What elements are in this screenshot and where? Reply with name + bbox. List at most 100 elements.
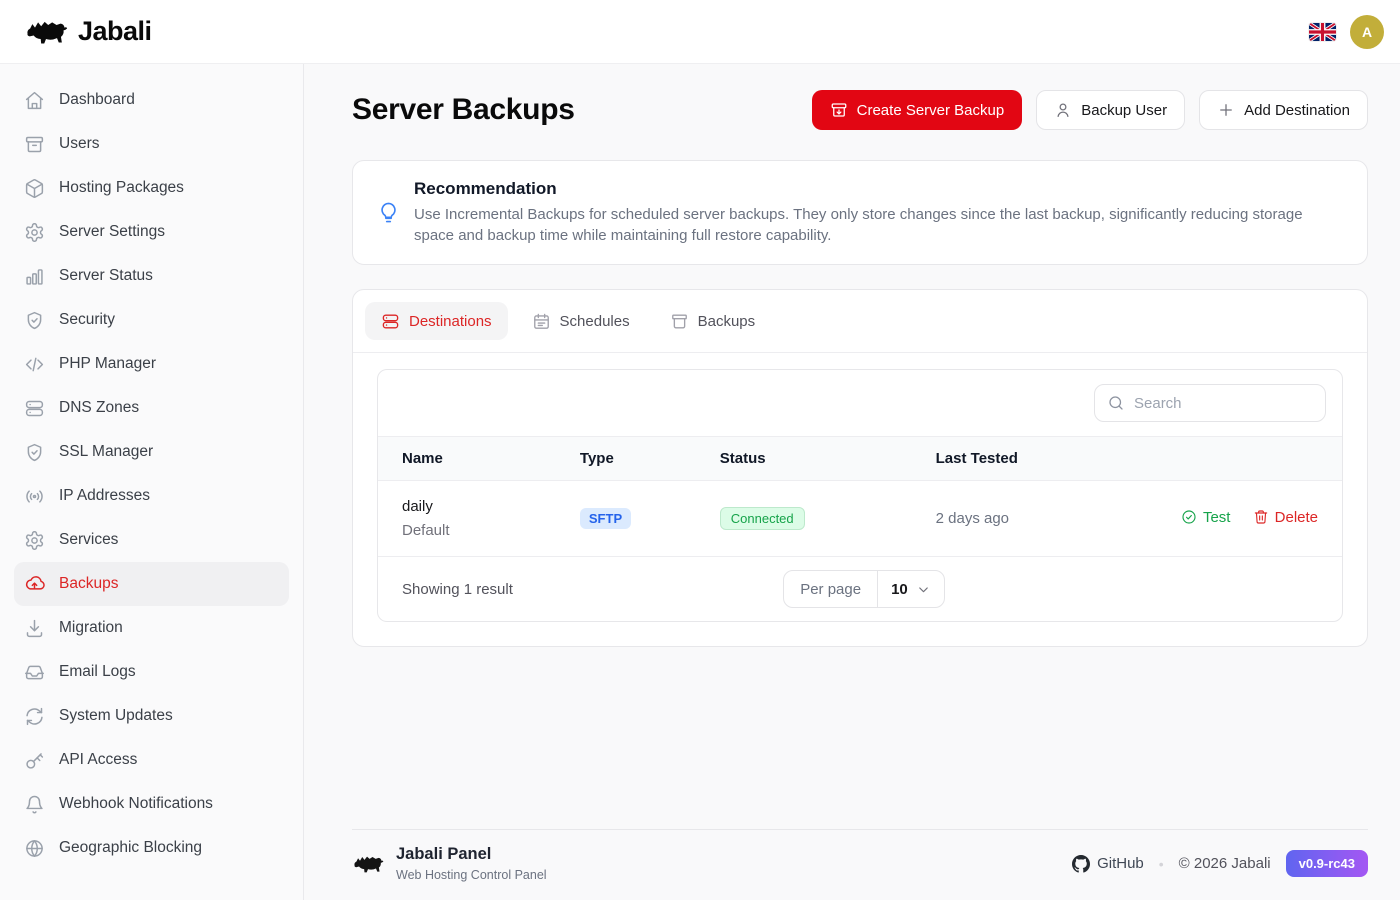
github-icon — [1072, 855, 1090, 873]
type-badge: SFTP — [580, 508, 631, 529]
per-page-select[interactable]: Per page 10 — [783, 570, 945, 608]
sidebar-item-hosting-packages[interactable]: Hosting Packages — [14, 166, 289, 210]
gear-icon — [24, 530, 45, 551]
create-server-backup-label: Create Server Backup — [857, 102, 1005, 119]
search-input[interactable] — [1134, 395, 1313, 412]
sidebar-item-backups[interactable]: Backups — [14, 562, 289, 606]
inbox-icon — [24, 662, 45, 683]
main-content: Server Backups Create Server Backup Back… — [304, 64, 1400, 900]
status-badge: Connected — [720, 507, 805, 530]
globe-icon — [24, 838, 45, 859]
brand-logo[interactable]: Jabali — [24, 16, 152, 48]
sidebar-item-label: API Access — [59, 751, 137, 769]
refresh-icon — [24, 706, 45, 727]
user-icon — [1054, 101, 1072, 119]
cloud-upload-icon — [24, 574, 45, 595]
column-header-type: Type — [580, 437, 720, 481]
shield-check-icon — [24, 442, 45, 463]
version-badge: v0.9-rc43 — [1286, 850, 1368, 877]
add-destination-label: Add Destination — [1244, 102, 1350, 119]
table-header-row: Name Type Status Last Tested — [378, 437, 1342, 481]
sidebar-item-dashboard[interactable]: Dashboard — [14, 78, 289, 122]
tab-backups[interactable]: Backups — [654, 302, 772, 340]
recommendation-title: Recommendation — [414, 179, 1314, 199]
search-icon — [1107, 394, 1125, 412]
avatar[interactable]: A — [1350, 15, 1384, 49]
destination-name: daily — [402, 498, 580, 515]
tab-label: Schedules — [560, 313, 630, 330]
sidebar-item-webhook-notifications[interactable]: Webhook Notifications — [14, 782, 289, 826]
footer-tagline: Web Hosting Control Panel — [396, 868, 547, 882]
sidebar-item-server-settings[interactable]: Server Settings — [14, 210, 289, 254]
results-summary: Showing 1 result — [402, 581, 783, 598]
broadcast-icon — [24, 486, 45, 507]
bar-chart-icon — [24, 266, 45, 287]
package-icon — [24, 178, 45, 199]
footer-brand: Jabali Panel — [396, 845, 547, 864]
test-label: Test — [1203, 509, 1231, 526]
github-label: GitHub — [1097, 855, 1144, 872]
boar-icon — [352, 852, 384, 876]
sidebar-item-ip-addresses[interactable]: IP Addresses — [14, 474, 289, 518]
sidebar-item-system-updates[interactable]: System Updates — [14, 694, 289, 738]
sidebar-item-label: DNS Zones — [59, 399, 139, 417]
backup-user-button[interactable]: Backup User — [1036, 90, 1185, 130]
server-stack-icon — [24, 398, 45, 419]
last-tested-value: 2 days ago — [936, 481, 1181, 557]
sidebar-item-label: PHP Manager — [59, 355, 156, 373]
sidebar-item-users[interactable]: Users — [14, 122, 289, 166]
sidebar-item-php-manager[interactable]: PHP Manager — [14, 342, 289, 386]
sidebar-item-label: Services — [59, 531, 118, 549]
destinations-table-card: Name Type Status Last Tested daily — [377, 369, 1343, 622]
bell-icon — [24, 794, 45, 815]
tab-label: Backups — [698, 313, 756, 330]
column-header-status: Status — [720, 437, 936, 481]
download-icon — [24, 618, 45, 639]
sidebar-item-email-logs[interactable]: Email Logs — [14, 650, 289, 694]
sidebar-item-dns-zones[interactable]: DNS Zones — [14, 386, 289, 430]
per-page-value: 10 — [891, 581, 908, 598]
server-stack-icon — [381, 312, 400, 331]
sidebar-item-server-status[interactable]: Server Status — [14, 254, 289, 298]
sidebar-item-label: Geographic Blocking — [59, 839, 202, 857]
test-button[interactable]: Test — [1181, 509, 1231, 526]
home-icon — [24, 90, 45, 111]
add-destination-button[interactable]: Add Destination — [1199, 90, 1368, 130]
github-link[interactable]: GitHub — [1072, 855, 1144, 873]
search-box — [1094, 384, 1326, 422]
sidebar-item-label: Server Settings — [59, 223, 165, 241]
chevron-down-icon — [916, 582, 931, 597]
page-title: Server Backups — [352, 93, 575, 127]
destinations-table: Name Type Status Last Tested daily — [378, 436, 1342, 556]
delete-button[interactable]: Delete — [1253, 509, 1318, 526]
uk-flag-icon[interactable] — [1309, 23, 1336, 41]
sidebar-item-services[interactable]: Services — [14, 518, 289, 562]
archive-icon — [24, 134, 45, 155]
create-server-backup-button[interactable]: Create Server Backup — [812, 90, 1023, 130]
tab-destinations[interactable]: Destinations — [365, 302, 508, 340]
sidebar-item-geographic-blocking[interactable]: Geographic Blocking — [14, 826, 289, 870]
sidebar-item-label: Server Status — [59, 267, 153, 285]
sidebar-item-migration[interactable]: Migration — [14, 606, 289, 650]
sidebar-item-label: Webhook Notifications — [59, 795, 213, 813]
sidebar-item-label: Backups — [59, 575, 118, 593]
boar-icon — [24, 16, 68, 48]
sidebar-item-ssl-manager[interactable]: SSL Manager — [14, 430, 289, 474]
gear-icon — [24, 222, 45, 243]
destination-subtitle: Default — [402, 522, 580, 539]
recommendation-card: Recommendation Use Incremental Backups f… — [352, 160, 1368, 265]
sidebar-item-label: SSL Manager — [59, 443, 153, 461]
brand-name: Jabali — [78, 16, 152, 47]
sidebar-item-security[interactable]: Security — [14, 298, 289, 342]
lightbulb-icon — [377, 201, 400, 224]
delete-label: Delete — [1275, 509, 1318, 526]
column-header-name: Name — [378, 437, 580, 481]
pagination-bar: Showing 1 result Per page 10 — [378, 556, 1342, 621]
sidebar-item-label: Security — [59, 311, 115, 329]
archive-down-icon — [830, 101, 848, 119]
separator-dot: • — [1159, 856, 1164, 872]
sidebar-item-api-access[interactable]: API Access — [14, 738, 289, 782]
tab-schedules[interactable]: Schedules — [516, 302, 646, 340]
key-icon — [24, 750, 45, 771]
trash-icon — [1253, 509, 1269, 525]
